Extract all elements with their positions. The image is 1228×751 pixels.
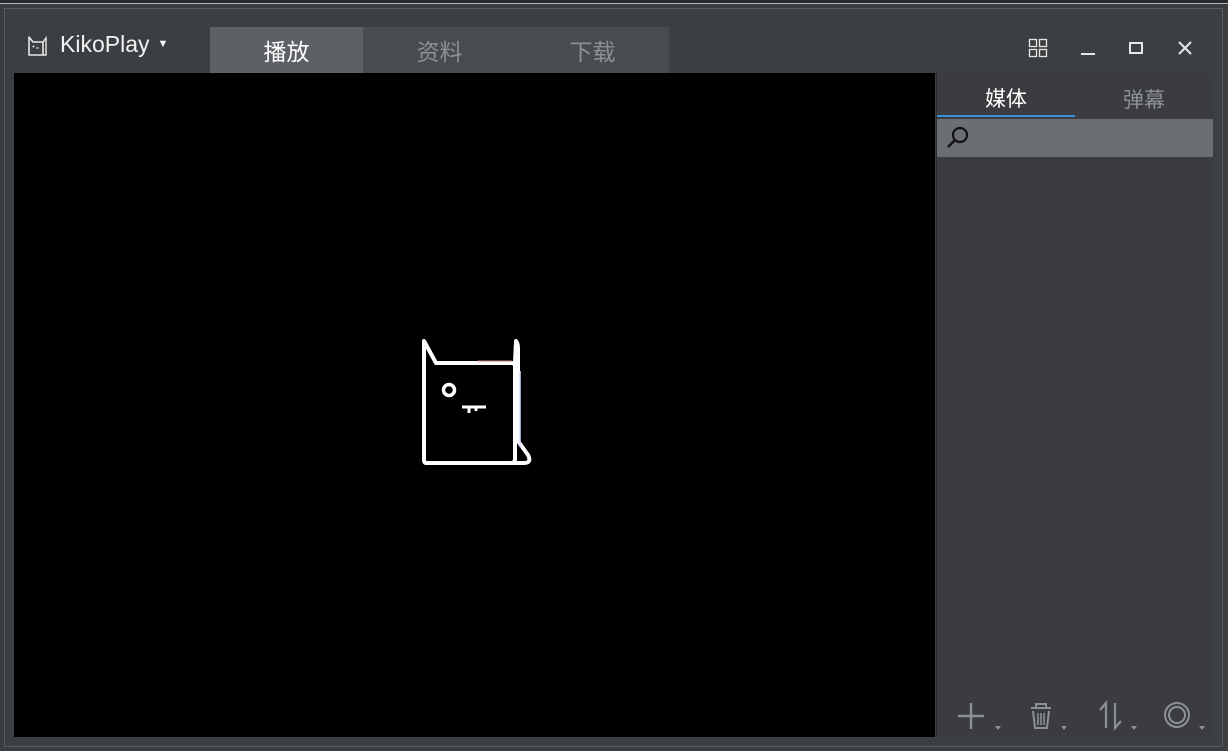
search-icon (947, 126, 969, 148)
kikoplay-logo-icon (28, 35, 47, 56)
desktop-top-edge (0, 0, 1228, 4)
chevron-down-icon: ▼ (157, 38, 169, 50)
grid-icon (1028, 38, 1048, 58)
title-bar[interactable]: KikoPlay ▼ 播放 资料 下载 (5, 9, 1222, 73)
tab-download[interactable]: 下载 (516, 27, 669, 73)
media-list[interactable] (937, 157, 1213, 693)
app-menu-button[interactable]: KikoPlay ▼ (60, 31, 168, 58)
tab-library[interactable]: 资料 (363, 27, 516, 73)
tab-media[interactable]: 媒体 (937, 81, 1075, 117)
layout-button[interactable] (1023, 33, 1053, 63)
tab-danmaku[interactable]: 弹幕 (1075, 81, 1213, 117)
tab-play[interactable]: 播放 (210, 27, 363, 73)
delete-icon (1031, 703, 1067, 730)
app-title: KikoPlay (60, 31, 150, 57)
close-button[interactable] (1170, 33, 1200, 63)
media-toolbar (937, 693, 1213, 737)
maximize-icon (1129, 42, 1143, 54)
main-window: KikoPlay ▼ 播放 资料 下载 媒体 弹幕 (4, 8, 1223, 747)
add-icon (958, 703, 1001, 730)
sort-button[interactable] (1095, 699, 1145, 733)
video-player[interactable] (14, 73, 935, 737)
settings-icon (1164, 702, 1205, 730)
sort-icon (1099, 700, 1137, 731)
settings-button[interactable] (1161, 699, 1211, 733)
side-panel: 媒体 弹幕 (936, 73, 1213, 737)
search-bar[interactable] (937, 119, 1213, 157)
maximize-button[interactable] (1121, 33, 1151, 63)
close-icon (1178, 41, 1192, 55)
minimize-icon (1081, 53, 1095, 55)
add-button[interactable] (957, 699, 1007, 733)
minimize-button[interactable] (1073, 33, 1103, 63)
search-input[interactable] (977, 127, 1211, 149)
kikoplay-cat-logo-icon (422, 339, 532, 465)
delete-button[interactable] (1025, 699, 1075, 733)
